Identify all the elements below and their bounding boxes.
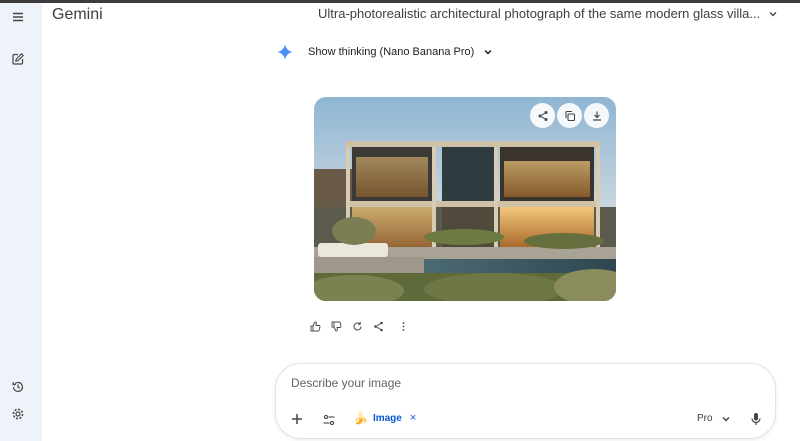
plus-icon <box>292 414 302 424</box>
chevron-down-icon <box>483 47 493 57</box>
chevron-down-icon <box>721 414 731 424</box>
model-label: Pro <box>697 413 713 424</box>
history-button[interactable] <box>7 376 29 398</box>
new-chat-button[interactable] <box>7 48 29 70</box>
more-options-button[interactable] <box>396 319 410 333</box>
window-top-border <box>0 0 800 3</box>
download-image-button[interactable] <box>584 103 609 128</box>
thumbs-up-button[interactable] <box>308 319 322 333</box>
image-tool-label: Image <box>372 412 402 424</box>
thumbs-up-icon <box>310 321 320 331</box>
history-icon <box>12 381 24 393</box>
menu-icon <box>13 12 23 22</box>
download-icon <box>592 111 601 121</box>
microphone-icon <box>751 413 761 425</box>
response-feedback-bar <box>308 319 417 333</box>
settings-button[interactable] <box>7 403 29 425</box>
regenerate-icon <box>353 321 361 330</box>
share-icon <box>373 321 383 331</box>
thumbs-down-icon <box>331 321 341 331</box>
conversation-title-dropdown[interactable]: Ultra-photorealistic architectural photo… <box>318 6 778 21</box>
conversation-title: Ultra-photorealistic architectural photo… <box>318 6 761 21</box>
thumbs-down-button[interactable] <box>329 319 343 333</box>
add-attachment-button[interactable] <box>289 411 305 427</box>
copy-image-button[interactable] <box>557 103 582 128</box>
copy-icon <box>564 110 575 121</box>
image-action-bar <box>530 103 609 128</box>
gemini-sparkle-icon <box>276 43 294 61</box>
regenerate-button[interactable] <box>350 319 364 333</box>
tools-button[interactable] <box>321 412 337 428</box>
share-response-button[interactable] <box>371 319 385 333</box>
image-tool-chip[interactable]: 🍌 Image × <box>353 411 416 425</box>
generated-image[interactable] <box>314 97 616 301</box>
more-vert-icon <box>402 321 404 331</box>
gear-icon <box>12 408 24 420</box>
edit-icon <box>12 53 24 65</box>
share-image-button[interactable] <box>530 103 555 128</box>
show-thinking-toggle[interactable]: Show thinking (Nano Banana Pro) <box>276 43 493 61</box>
chevron-down-icon <box>768 9 778 19</box>
share-icon <box>538 110 547 121</box>
show-thinking-label: Show thinking (Nano Banana Pro) <box>308 46 475 58</box>
app-brand: Gemini <box>52 6 103 23</box>
prompt-composer: 🍌 Image × Pro <box>275 363 776 439</box>
prompt-input[interactable] <box>291 376 671 390</box>
microphone-button[interactable] <box>749 411 763 427</box>
banana-icon: 🍌 <box>353 411 368 425</box>
close-icon[interactable]: × <box>410 412 416 424</box>
tune-icon <box>323 414 335 426</box>
sidebar-rail <box>0 3 42 441</box>
model-selector[interactable]: Pro <box>697 413 731 424</box>
menu-button[interactable] <box>7 6 29 28</box>
